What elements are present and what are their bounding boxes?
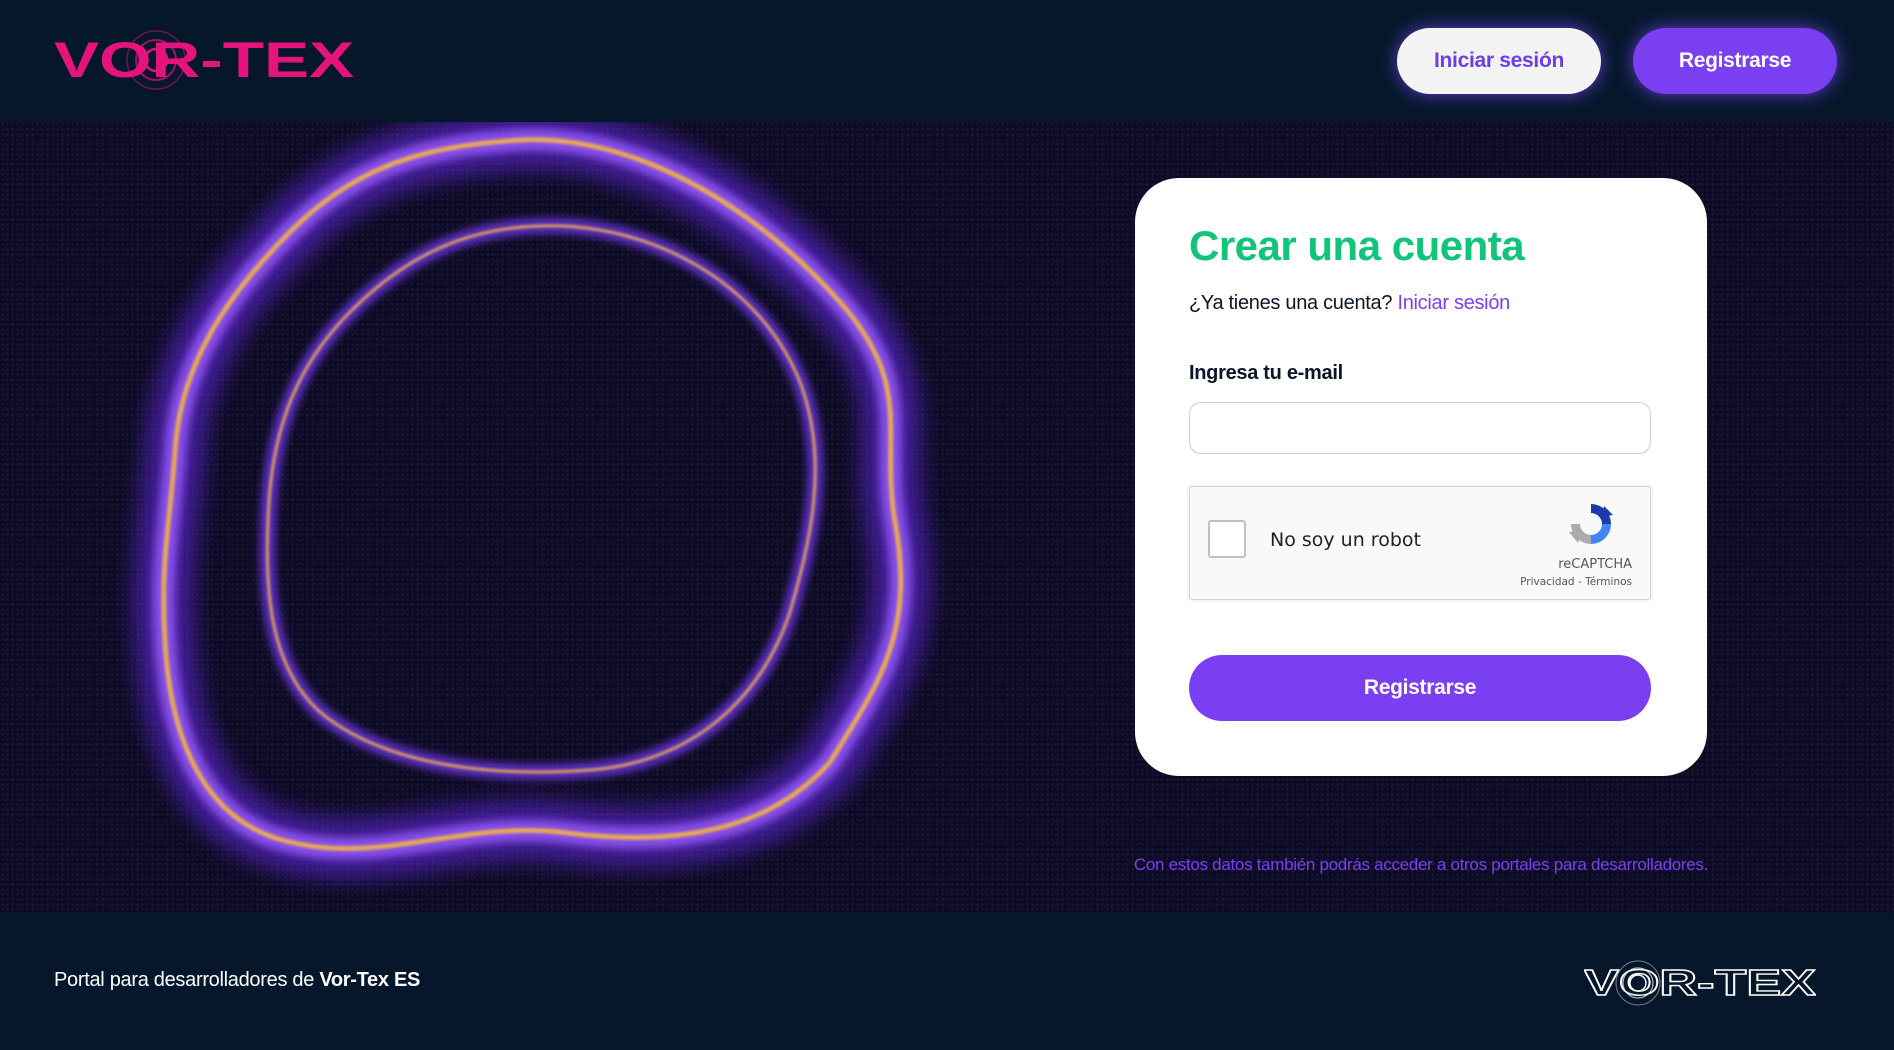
footer-vortex-logo[interactable]: VOR-TEX (1584, 955, 1816, 1011)
login-link[interactable]: Iniciar sesión (1397, 292, 1510, 314)
recaptcha-icon (1569, 504, 1613, 544)
has-account-line: ¿Ya tienes una cuenta? Iniciar sesión (1189, 292, 1510, 315)
footer-text-prefix: Portal para desarrolladores de (54, 969, 320, 991)
recaptcha-terms-link[interactable]: Términos (1585, 576, 1632, 588)
signup-submit-button[interactable]: Registrarse (1189, 655, 1651, 721)
header-login-button[interactable]: Iniciar sesión (1397, 28, 1601, 94)
footer-text: Portal para desarrolladores de Vor-Tex E… (54, 969, 420, 992)
signup-title: Crear una cuenta (1189, 222, 1525, 269)
recaptcha-label: No soy un robot (1270, 529, 1421, 551)
glowing-rings-illustration (133, 122, 931, 879)
hero-section: Crear una cuenta ¿Ya tienes una cuenta? … (0, 122, 1894, 913)
inner-ring (259, 217, 824, 780)
vortex-logo[interactable]: VOR-TEX (54, 30, 354, 90)
has-account-text: ¿Ya tienes una cuenta? (1189, 292, 1393, 314)
footer: Portal para desarrolladores de Vor-Tex E… (0, 913, 1894, 1050)
signup-card: Crear una cuenta ¿Ya tienes una cuenta? … (1135, 178, 1707, 776)
portals-note: Con estos datos también podrás acceder a… (1133, 855, 1709, 874)
recaptcha-separator: - (1577, 576, 1582, 588)
recaptcha-brand: reCAPTCHA (1558, 557, 1632, 572)
header: VOR-TEX Iniciar sesión Registrarse (0, 0, 1894, 123)
logo-text: VOR-TEX (54, 32, 354, 88)
page: VOR-TEX Iniciar sesión Registrarse Crear… (0, 0, 1894, 1050)
recaptcha-links: Privacidad - Términos (1520, 576, 1632, 588)
footer-brand: Vor-Tex ES (319, 969, 421, 991)
recaptcha-checkbox[interactable] (1208, 520, 1246, 558)
recaptcha-privacy-link[interactable]: Privacidad (1520, 576, 1574, 588)
email-input[interactable] (1189, 402, 1651, 454)
footer-logo-text: VOR-TEX (1584, 962, 1816, 1003)
header-register-button[interactable]: Registrarse (1633, 28, 1837, 94)
email-label: Ingresa tu e-mail (1189, 362, 1343, 384)
recaptcha-widget: No soy un robot reCAPTCHA Privacidad - T… (1189, 486, 1651, 600)
